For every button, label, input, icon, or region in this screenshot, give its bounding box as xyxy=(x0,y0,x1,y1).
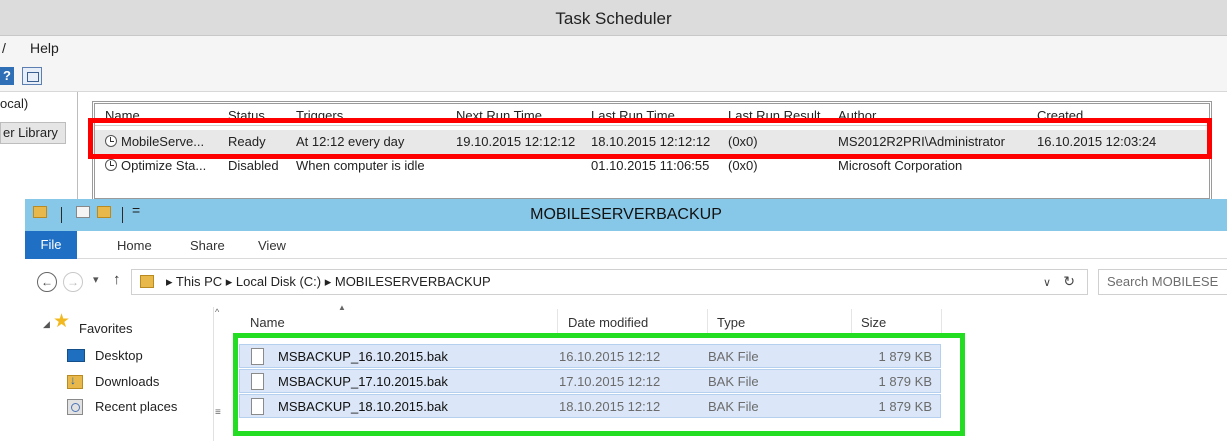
column-header-type[interactable]: Type xyxy=(717,315,745,330)
nav-item-desktop[interactable]: Desktop xyxy=(95,348,143,363)
column-divider[interactable] xyxy=(557,309,558,333)
column-header-size[interactable]: Size xyxy=(861,315,886,330)
search-input[interactable]: Search MOBILESE xyxy=(1098,269,1227,295)
recent-places-icon xyxy=(67,399,83,415)
explorer-titlebar: = MOBILESERVERBACKUP xyxy=(25,199,1227,231)
desktop-icon xyxy=(67,349,85,362)
folder-icon xyxy=(140,275,154,288)
nav-item-favorites[interactable]: Favorites xyxy=(79,321,132,336)
column-divider[interactable] xyxy=(941,309,942,333)
tree-item-library[interactable]: er Library xyxy=(0,122,66,144)
task-scheduler-titlebar: Task Scheduler xyxy=(0,0,1227,36)
nav-item-downloads[interactable]: Downloads xyxy=(95,374,159,389)
column-divider[interactable] xyxy=(707,309,708,333)
tree-item-local[interactable]: ocal) xyxy=(0,96,28,111)
column-header-name[interactable]: Name xyxy=(250,315,285,330)
task-scheduler-title: Task Scheduler xyxy=(555,9,672,28)
task-highlight-box xyxy=(88,118,1212,159)
files-highlight-box xyxy=(233,333,965,436)
task-status: Disabled xyxy=(228,158,279,173)
back-button[interactable]: ← xyxy=(37,272,57,292)
task-scheduler-menubar: / Help xyxy=(0,36,1227,62)
tab-file[interactable]: File xyxy=(25,231,77,259)
scroll-grip-icon[interactable]: ≡ xyxy=(215,407,221,418)
address-bar[interactable]: ▸ This PC ▸ Local Disk (C:) ▸ MOBILESERV… xyxy=(131,269,1088,295)
task-author: Microsoft Corporation xyxy=(838,158,963,173)
task-scheduler-toolbar: ? xyxy=(0,62,1227,92)
downloads-icon xyxy=(67,373,83,389)
sort-ascending-icon: ▲ xyxy=(338,303,346,312)
help-icon[interactable]: ? xyxy=(0,67,14,85)
nav-item-recent-places[interactable]: Recent places xyxy=(95,399,177,414)
ribbon-tabs: File Home Share View xyxy=(25,231,1227,259)
search-placeholder: Search MOBILESE xyxy=(1107,274,1219,289)
refresh-icon[interactable]: ↻ xyxy=(1063,273,1075,290)
explorer-title: MOBILESERVERBACKUP xyxy=(530,206,722,223)
tab-view[interactable]: View xyxy=(258,238,286,253)
address-toolbar: ← → ▾ ↑ ▸ This PC ▸ Local Disk (C:) ▸ MO… xyxy=(25,259,1227,297)
scroll-up-icon[interactable]: ^ xyxy=(215,307,219,317)
menu-item-help[interactable]: Help xyxy=(30,40,59,56)
task-triggers: When computer is idle xyxy=(296,158,425,173)
clock-icon xyxy=(105,159,117,171)
column-divider[interactable] xyxy=(851,309,852,333)
recent-locations-icon[interactable]: ▾ xyxy=(93,273,99,286)
task-name-cell: Optimize Sta... xyxy=(105,158,206,173)
tab-share[interactable]: Share xyxy=(190,238,225,253)
forward-button[interactable]: → xyxy=(63,272,83,292)
task-last-result: (0x0) xyxy=(728,158,758,173)
up-button[interactable]: ↑ xyxy=(113,271,121,288)
star-icon: ★ xyxy=(53,311,71,332)
task-scheduler-tree: ocal) er Library xyxy=(0,92,78,202)
nav-scrollbar[interactable]: ^ ≡ xyxy=(213,307,224,441)
navigation-pane: ◢ ★ Favorites Desktop Downloads Recent p… xyxy=(25,297,223,441)
breadcrumb[interactable]: ▸ This PC ▸ Local Disk (C:) ▸ MOBILESERV… xyxy=(166,274,491,290)
task-name: Optimize Sta... xyxy=(121,158,207,173)
expand-arrow-icon[interactable]: ◢ xyxy=(43,319,50,330)
show-hide-pane-icon[interactable] xyxy=(22,67,42,85)
tab-home[interactable]: Home xyxy=(117,238,152,253)
menu-item-partial[interactable]: / xyxy=(2,40,6,56)
column-header-date-modified[interactable]: Date modified xyxy=(568,315,648,330)
task-last-run: 01.10.2015 11:06:55 xyxy=(591,158,710,173)
chevron-down-icon[interactable]: ∨ xyxy=(1043,276,1051,289)
